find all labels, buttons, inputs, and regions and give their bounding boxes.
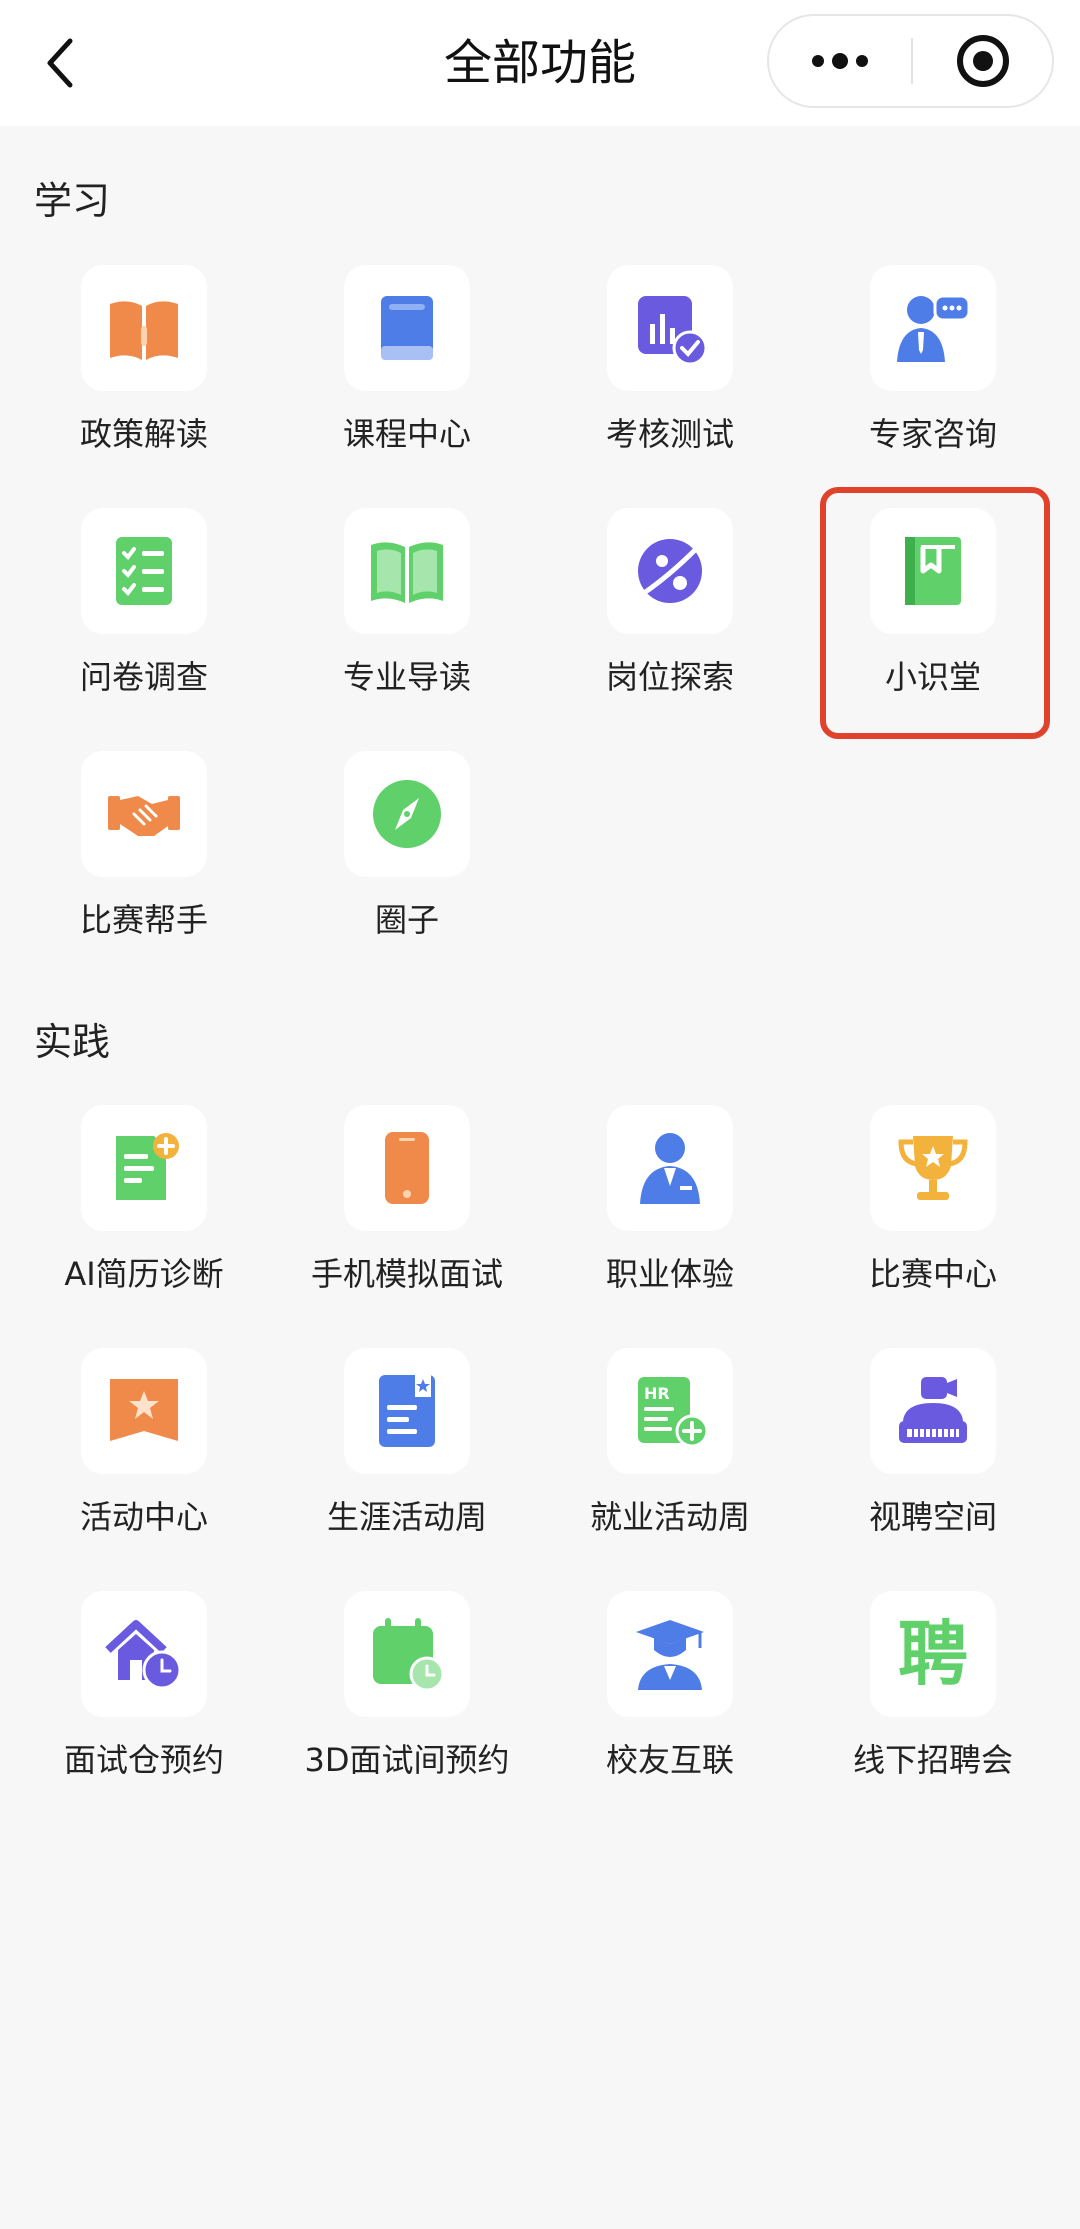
grid-item-offline-job-fair[interactable]: 聘 线下招聘会 bbox=[801, 1591, 1065, 1791]
grid-item-courses[interactable]: 课程中心 bbox=[275, 265, 539, 465]
item-label: 线下招聘会 bbox=[852, 1741, 1013, 1779]
more-dots-icon bbox=[812, 53, 868, 69]
grid-item-survey[interactable]: 问卷调查 bbox=[12, 508, 276, 708]
section-title-study: 学习 bbox=[34, 179, 111, 223]
grid-item-employment-week[interactable]: HR 就业活动周 bbox=[538, 1348, 802, 1548]
checklist-icon bbox=[116, 537, 172, 605]
tile bbox=[344, 265, 470, 391]
consultant-icon bbox=[897, 294, 971, 362]
item-label: 课程中心 bbox=[342, 415, 471, 453]
star-ribbon-icon bbox=[110, 1379, 178, 1441]
item-label: 面试仓预约 bbox=[63, 1741, 224, 1779]
tile: 聘 bbox=[870, 1591, 996, 1717]
grid-item-career-week[interactable]: 生涯活动周 bbox=[275, 1348, 539, 1548]
reading-book-icon bbox=[371, 542, 443, 603]
house-clock-icon bbox=[105, 1620, 182, 1690]
item-label: 活动中心 bbox=[79, 1498, 208, 1536]
item-label: 岗位探索 bbox=[605, 658, 734, 696]
item-label: 比赛中心 bbox=[868, 1255, 997, 1293]
section-title-practice: 实践 bbox=[34, 1020, 111, 1064]
item-label: 手机模拟面试 bbox=[310, 1255, 503, 1293]
resume-plus-icon bbox=[116, 1133, 179, 1200]
target-close-icon bbox=[956, 35, 1009, 87]
top-bar: 全部功能 bbox=[0, 0, 1080, 126]
grid-item-expert[interactable]: 专家咨询 bbox=[801, 265, 1065, 465]
pin-character-icon: 聘 bbox=[898, 1613, 968, 1695]
item-label: 校友互联 bbox=[605, 1741, 734, 1779]
item-label: 政策解读 bbox=[79, 415, 208, 453]
item-label: 比赛帮手 bbox=[79, 901, 208, 939]
item-label: 专家咨询 bbox=[868, 415, 997, 453]
phone-icon bbox=[385, 1132, 429, 1204]
grid-item-circle[interactable]: 圈子 bbox=[275, 751, 539, 951]
grid-item-job-explore[interactable]: 岗位探索 bbox=[538, 508, 802, 708]
tile bbox=[870, 1105, 996, 1231]
capsule-menu bbox=[767, 14, 1054, 108]
tile bbox=[81, 1348, 207, 1474]
planet-icon bbox=[638, 539, 702, 603]
professional-icon bbox=[640, 1133, 700, 1204]
item-label: 问卷调查 bbox=[79, 658, 208, 696]
item-label: 视聘空间 bbox=[868, 1498, 997, 1536]
item-label: 考核测试 bbox=[605, 415, 734, 453]
tile: HR bbox=[607, 1348, 733, 1474]
svg-text:HR: HR bbox=[644, 1384, 670, 1403]
grid-item-phone-interview[interactable]: 手机模拟面试 bbox=[275, 1105, 539, 1305]
tile bbox=[607, 508, 733, 634]
item-label: AI简历诊断 bbox=[64, 1255, 224, 1293]
item-label: 职业体验 bbox=[605, 1255, 734, 1293]
grid-item-interview-booth[interactable]: 面试仓预约 bbox=[12, 1591, 276, 1791]
item-label: 专业导读 bbox=[342, 658, 471, 696]
grid-item-major-guide[interactable]: 专业导读 bbox=[275, 508, 539, 708]
grid-item-policy[interactable]: 政策解读 bbox=[12, 265, 276, 465]
tile bbox=[81, 265, 207, 391]
tile bbox=[344, 1348, 470, 1474]
calendar-clock-icon bbox=[373, 1618, 445, 1692]
grid-item-alumni[interactable]: 校友互联 bbox=[538, 1591, 802, 1791]
tile bbox=[870, 1348, 996, 1474]
item-label: 生涯活动周 bbox=[326, 1498, 487, 1536]
document-badge-icon bbox=[379, 1375, 435, 1447]
tile bbox=[607, 1105, 733, 1231]
grid-item-assessment[interactable]: 考核测试 bbox=[538, 265, 802, 465]
graduate-icon bbox=[636, 1620, 704, 1690]
tile bbox=[344, 508, 470, 634]
tile bbox=[607, 265, 733, 391]
tile bbox=[81, 1105, 207, 1231]
tile bbox=[870, 265, 996, 391]
close-button[interactable] bbox=[913, 16, 1052, 106]
item-label: 圈子 bbox=[374, 901, 439, 939]
tile bbox=[81, 508, 207, 634]
handshake-icon bbox=[108, 796, 180, 836]
tile bbox=[81, 751, 207, 877]
grid-item-activity-center[interactable]: 活动中心 bbox=[12, 1348, 276, 1548]
grid-item-3d-interview[interactable]: 3D面试间预约 bbox=[275, 1591, 539, 1791]
tile bbox=[607, 1591, 733, 1717]
highlight-box bbox=[820, 487, 1050, 739]
item-label: 就业活动周 bbox=[589, 1498, 750, 1536]
open-book-icon bbox=[110, 301, 178, 360]
tile bbox=[344, 1105, 470, 1231]
hr-document-icon: HR bbox=[638, 1377, 709, 1448]
chart-check-icon bbox=[638, 296, 708, 366]
more-button[interactable] bbox=[769, 16, 911, 106]
tile bbox=[344, 1591, 470, 1717]
trophy-icon bbox=[898, 1136, 968, 1200]
closed-book-icon bbox=[381, 296, 433, 360]
tile bbox=[81, 1591, 207, 1717]
item-label: 3D面试间预约 bbox=[304, 1741, 510, 1779]
grid-item-video-recruit[interactable]: 视聘空间 bbox=[801, 1348, 1065, 1548]
compass-icon bbox=[373, 780, 441, 848]
grid-item-career-experience[interactable]: 职业体验 bbox=[538, 1105, 802, 1305]
grid-item-competition-helper[interactable]: 比赛帮手 bbox=[12, 751, 276, 951]
grid-item-ai-resume[interactable]: AI简历诊断 bbox=[12, 1105, 276, 1305]
grid-item-competition-center[interactable]: 比赛中心 bbox=[801, 1105, 1065, 1305]
tile bbox=[344, 751, 470, 877]
video-camera-icon bbox=[899, 1377, 967, 1443]
